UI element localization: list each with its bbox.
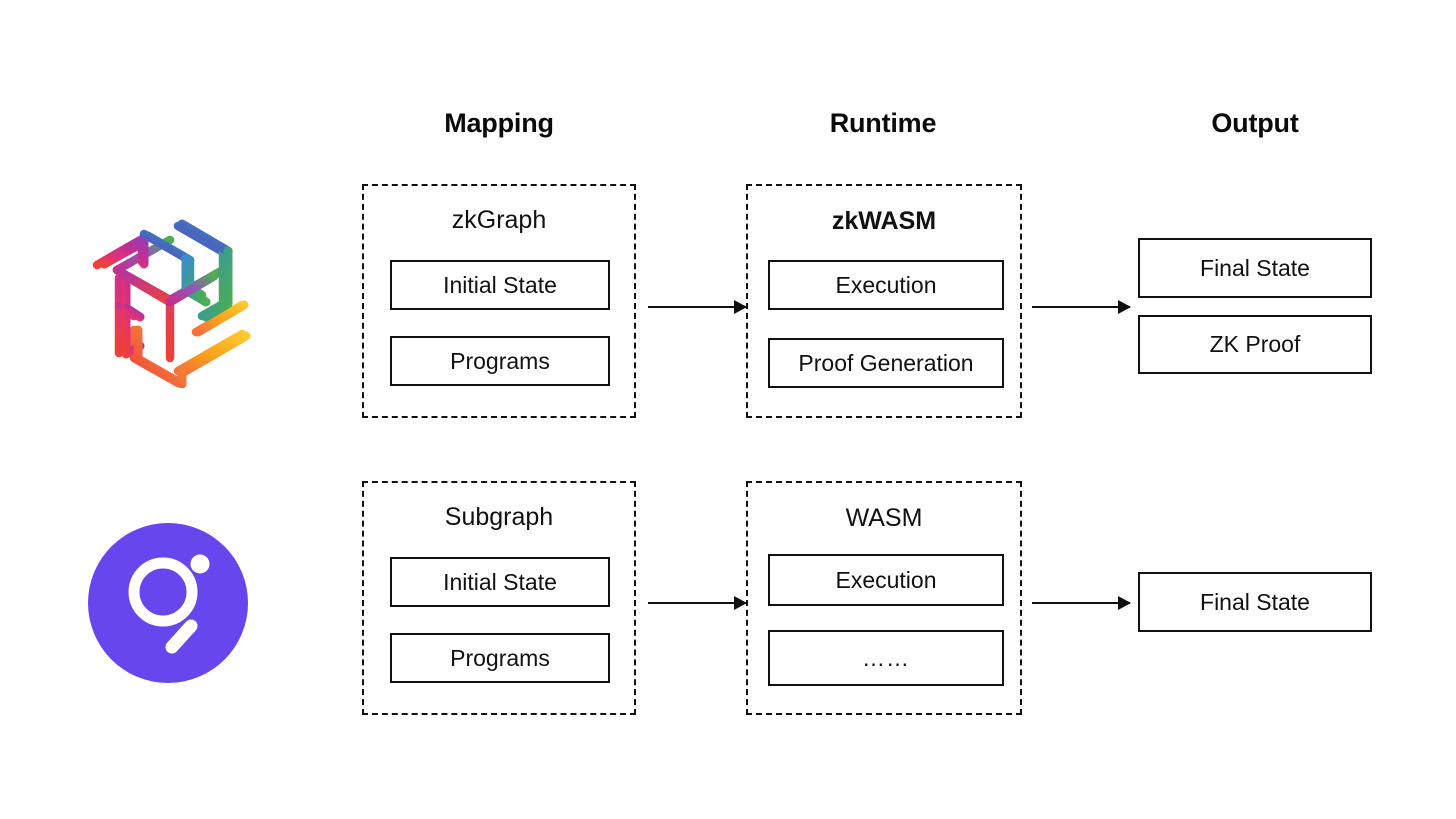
box-initial-state-zkgraph: Initial State	[390, 260, 610, 310]
mapping-group-title-zkgraph: zkGraph	[451, 206, 547, 234]
box-execution-zkwasm: Execution	[768, 260, 1004, 310]
the-graph-logo	[88, 523, 248, 683]
arrow-mapping-to-runtime-bottom	[648, 602, 746, 605]
column-header-mapping: Mapping	[444, 108, 554, 138]
box-zk-proof-zkgraph: ZK Proof	[1138, 315, 1372, 374]
box-initial-state-subgraph: Initial State	[390, 557, 610, 607]
column-header-runtime: Runtime	[829, 108, 937, 138]
arrow-runtime-to-output-top	[1032, 306, 1130, 309]
box-programs-subgraph: Programs	[390, 633, 610, 683]
runtime-group-title-wasm: WASM	[845, 504, 923, 532]
box-execution-wasm: Execution	[768, 554, 1004, 606]
diagram-canvas: Mapping Runtime Output zkGraph Initial S…	[0, 0, 1456, 819]
runtime-group-title-zkwasm: zkWASM	[831, 207, 937, 235]
runtime-group-zkwasm: zkWASM Execution Proof Generation	[746, 184, 1022, 418]
mapping-group-title-subgraph: Subgraph	[444, 503, 554, 531]
column-header-output: Output	[1211, 108, 1299, 138]
box-programs-zkgraph: Programs	[390, 336, 610, 386]
arrow-mapping-to-runtime-top	[648, 306, 746, 309]
arrow-runtime-to-output-bottom	[1032, 602, 1130, 605]
mapping-group-subgraph: Subgraph Initial State Programs	[362, 481, 636, 715]
runtime-group-wasm: WASM Execution ……	[746, 481, 1022, 715]
box-final-state-zkgraph: Final State	[1138, 238, 1372, 298]
mapping-group-zkgraph: zkGraph Initial State Programs	[362, 184, 636, 418]
box-final-state-subgraph: Final State	[1138, 572, 1372, 632]
box-proof-generation-zkwasm: Proof Generation	[768, 338, 1004, 388]
box-ellipsis-wasm: ……	[768, 630, 1004, 686]
zkgraph-logo	[82, 212, 258, 388]
